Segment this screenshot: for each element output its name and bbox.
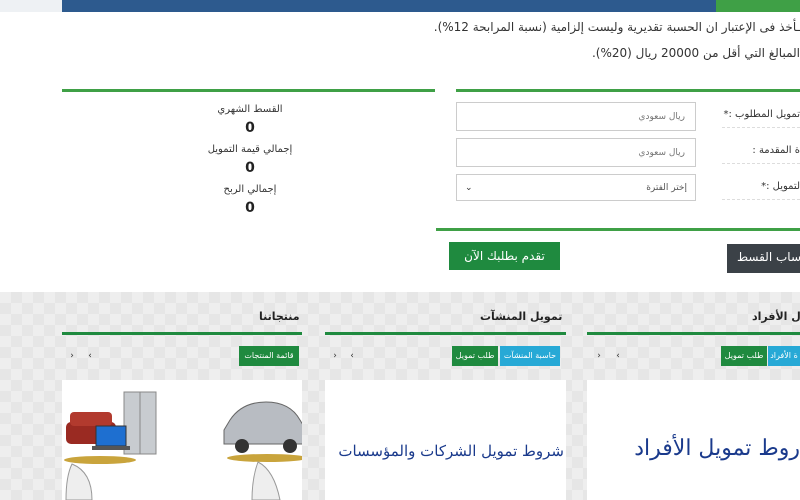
chevron-left-icon[interactable]: ‹ [612,351,624,361]
period-select-value: إختر الفترة [646,182,687,193]
top-banner [62,0,800,12]
amount-input[interactable] [456,102,696,131]
chevron-right-icon[interactable]: › [329,351,341,361]
total-profit-label: إجمالي الربح [223,184,277,195]
chevron-left-icon[interactable]: ‹ [84,351,96,361]
label-divider [722,127,800,128]
down-payment-input[interactable] [456,138,696,167]
laptop-shape [95,425,127,447]
amount-label: تمويل المطلوب :* [723,109,800,120]
results-top-divider [62,89,435,92]
total-financing-label: إجمالي قيمة التمويل [207,144,293,155]
label-divider [722,199,800,200]
car-shape [223,401,302,445]
products-illustration [64,391,302,500]
apply-now-button[interactable]: تقدم بطلبك الآن [449,242,560,270]
top-left-strip [0,0,62,12]
down-payment-label: ة المقدمة : [752,145,800,156]
period-select[interactable]: إختر الفترة ⌄ [456,174,696,201]
products-card[interactable] [62,380,302,500]
monthly-installment-value: 0 [245,120,255,136]
business-title-underline [325,332,566,335]
individuals-title-underline [587,332,800,335]
chevron-left-icon[interactable]: ‹ [346,351,358,361]
disclaimer-line-1: ـأخذ فى الإعتبار ان الحسبة تقديرية وليست… [433,20,800,34]
business-card[interactable]: شروط تمويل الشركات والمؤسسات [325,380,566,500]
business-calculator-tag[interactable]: حاسبة المنشآت [500,346,560,366]
total-profit-value: 0 [245,200,255,216]
products-title-underline [62,332,302,335]
label-divider [722,163,800,164]
individuals-card-text: روط تمويل الأفراد [634,436,800,461]
business-apply-tag[interactable]: طلب تمويل [452,346,498,366]
individuals-title: ل الأفراد [752,310,800,323]
total-financing-value: 0 [245,160,255,176]
chevron-right-icon[interactable]: › [593,351,605,361]
products-title: منتجاتنا [259,310,300,323]
form-bottom-divider [436,228,800,231]
chevron-down-icon: ⌄ [465,182,473,193]
calculate-installment-button[interactable]: ساب القسط [727,244,800,273]
business-card-text: شروط تمويل الشركات والمؤسسات [338,442,564,460]
business-title: تمويل المنشآت [480,310,563,323]
individuals-calculator-tag[interactable]: ة الأفراد [768,346,800,366]
period-label: لتمويل :* [761,181,800,192]
individuals-card[interactable]: روط تمويل الأفراد [587,380,800,500]
top-banner-accent [716,0,800,12]
monthly-installment-label: القسط الشهري [217,104,283,115]
form-top-divider [456,89,800,92]
disclaimer-line-2: المبالغ التي أقل من 20000 ريال (20%). [591,46,800,60]
products-list-tag[interactable]: قائمة المنتجات [239,346,299,366]
tray-shape [64,456,136,464]
glove-shape [65,463,93,500]
chevron-right-icon[interactable]: › [66,351,78,361]
individuals-apply-tag[interactable]: طلب تمويل [721,346,767,366]
